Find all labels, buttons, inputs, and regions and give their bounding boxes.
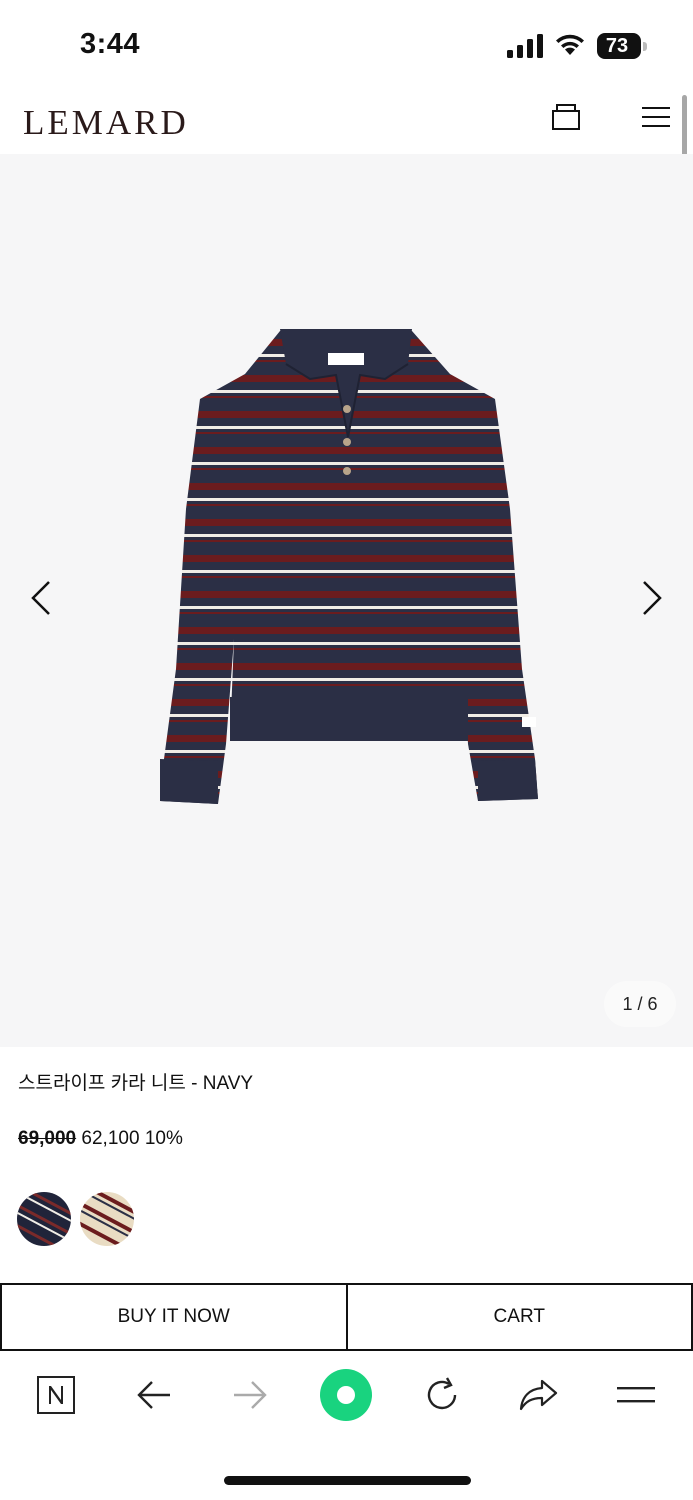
swatch-navy[interactable]	[17, 1192, 71, 1246]
product-gallery: 1 / 6	[0, 154, 693, 1047]
back-arrow-icon[interactable]	[132, 1373, 176, 1417]
chevron-left-icon[interactable]	[25, 576, 59, 620]
refresh-icon[interactable]	[420, 1373, 464, 1417]
home-indicator[interactable]	[224, 1476, 471, 1485]
menu-lines-icon[interactable]	[614, 1373, 658, 1417]
battery-cap	[643, 42, 647, 51]
site-header: LEMARD	[0, 90, 693, 154]
forward-arrow-icon[interactable]	[228, 1373, 272, 1417]
product-image[interactable]	[150, 319, 545, 819]
battery-level: 73	[605, 35, 629, 57]
battery-indicator: 73	[597, 33, 647, 59]
naver-n-icon[interactable]	[34, 1373, 78, 1417]
sale-price: 62,100	[81, 1128, 140, 1149]
original-price: 69,000	[18, 1128, 77, 1149]
brand-logo[interactable]: LEMARD	[23, 103, 189, 143]
buy-now-button[interactable]: BUY IT NOW	[0, 1283, 348, 1351]
cellular-signal-icon	[507, 34, 543, 58]
gallery-counter: 1 / 6	[604, 981, 676, 1027]
shopping-bag-icon[interactable]	[551, 103, 581, 131]
price-row: 69,000 62,100 10%	[18, 1128, 183, 1150]
cart-button[interactable]: CART	[347, 1283, 693, 1351]
product-name: 스트라이프 카라 니트 - NAVY	[18, 1073, 254, 1094]
swatch-cream[interactable]	[80, 1192, 134, 1246]
action-buttons: BUY IT NOW CART	[0, 1283, 693, 1351]
chevron-right-icon[interactable]	[634, 576, 668, 620]
hamburger-menu-icon[interactable]	[641, 104, 671, 130]
wifi-icon	[556, 34, 584, 55]
share-icon[interactable]	[516, 1373, 560, 1417]
status-bar: 3:44 73	[0, 0, 693, 90]
status-time: 3:44	[80, 28, 141, 60]
green-circle-icon[interactable]	[318, 1367, 374, 1423]
browser-toolbar	[0, 1351, 693, 1439]
discount-rate: 10%	[144, 1128, 183, 1149]
